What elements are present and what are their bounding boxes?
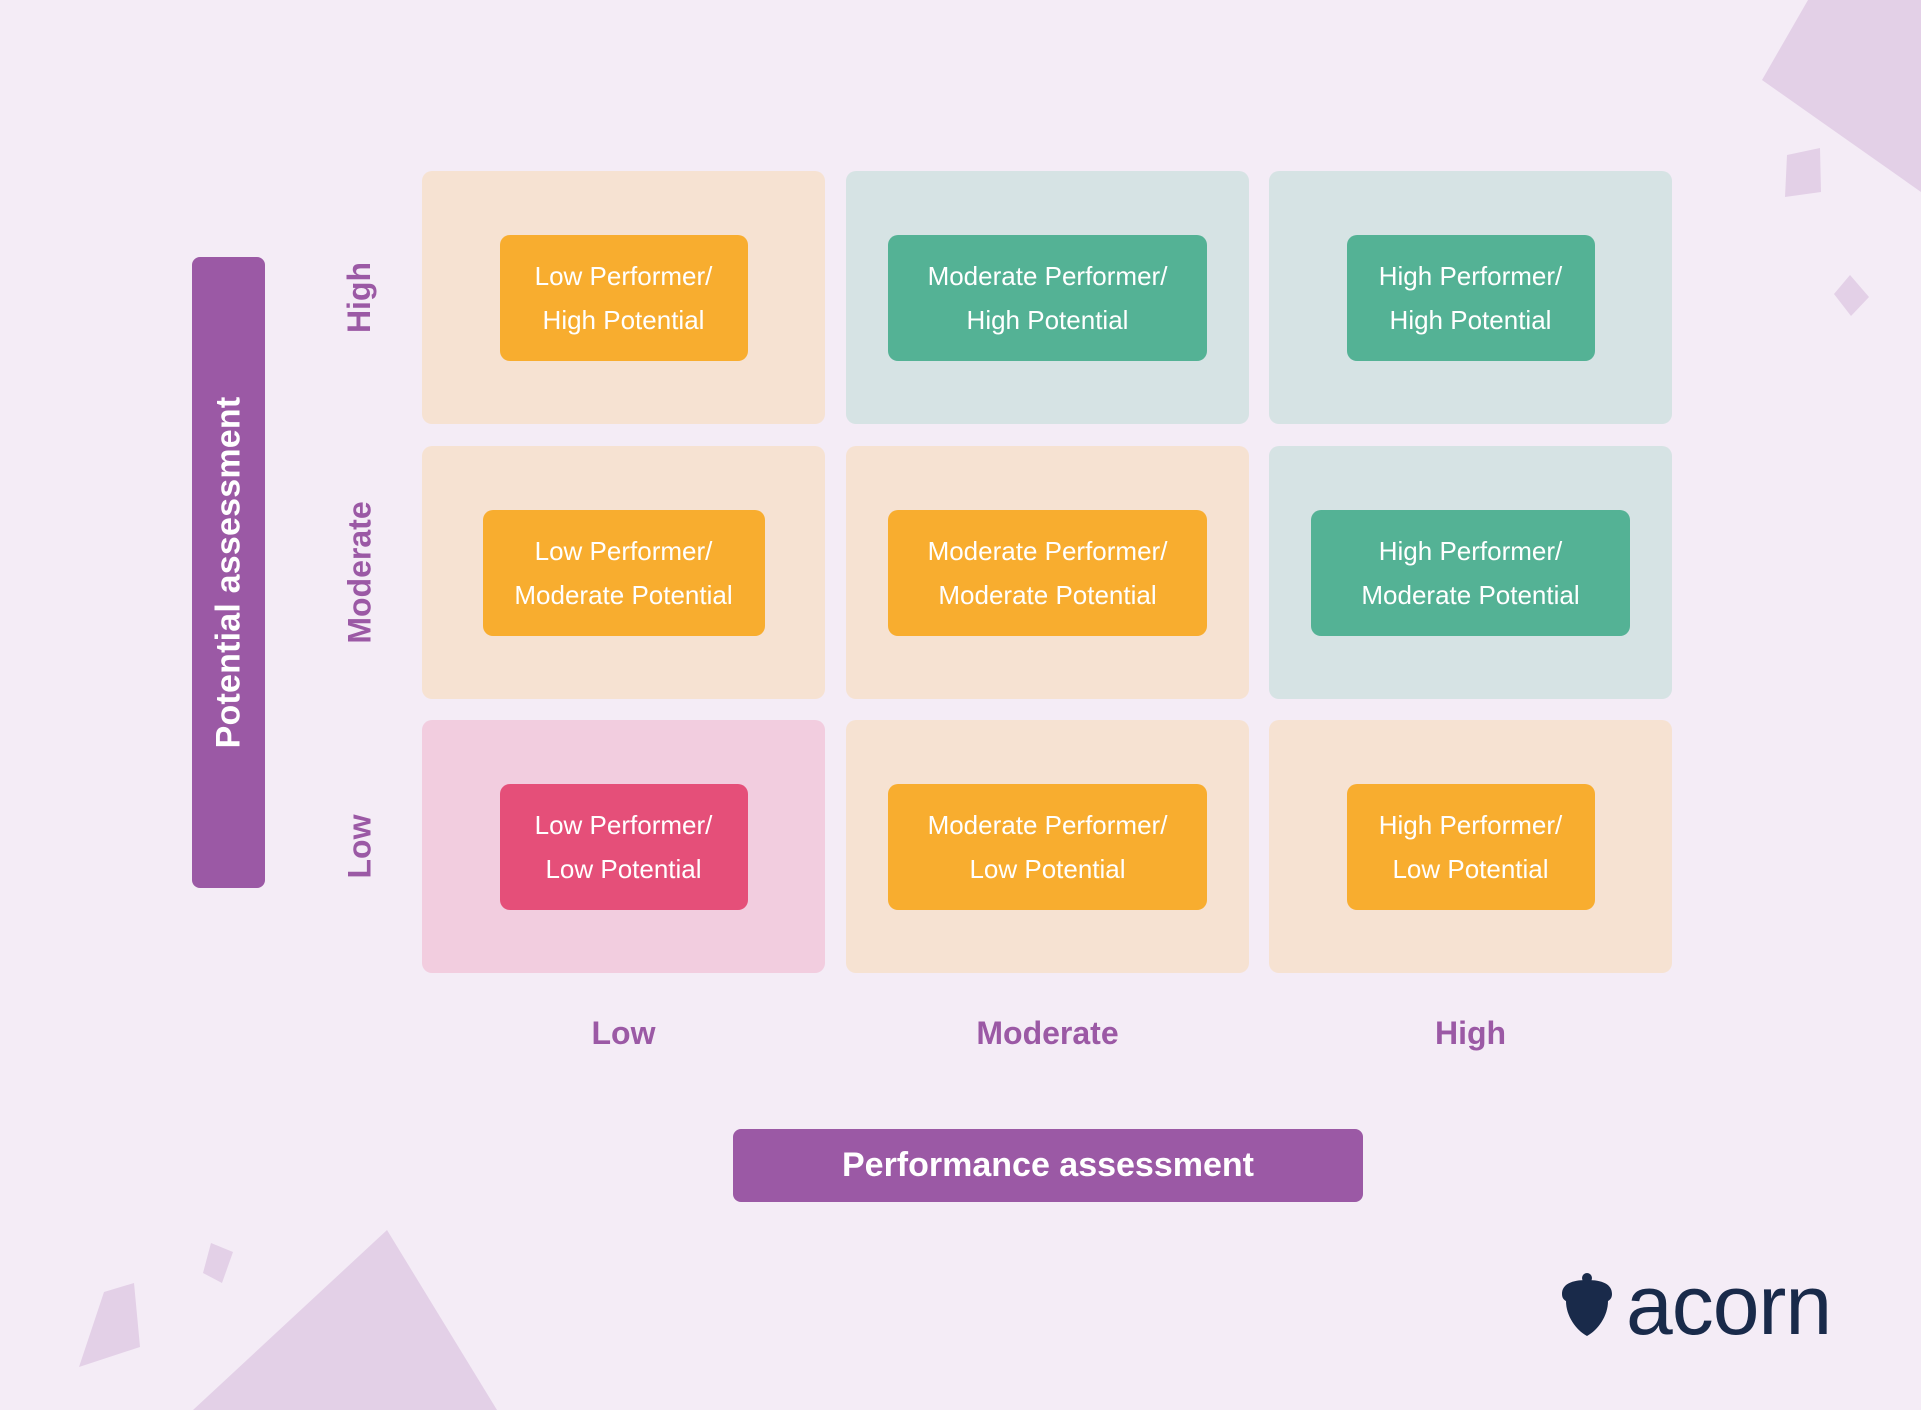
y-axis-title: Potential assessment (209, 396, 248, 749)
y-axis-title-bar: Potential assessment (192, 257, 265, 888)
x-level-label-low: Low (591, 1015, 656, 1051)
grid-cell-high-perf-mod-pot: High Performer/ Moderate Potential (1269, 446, 1672, 699)
cell-tag: Low Performer/ Low Potential (499, 783, 748, 910)
x-level-label-moderate: Moderate (976, 1015, 1119, 1051)
logo-wordmark: acorn (1626, 1258, 1832, 1352)
deco-shape-bottom-left-large (193, 1230, 497, 1410)
x-level-label-high: High (1434, 1015, 1507, 1051)
y-level-label-high: High (341, 261, 378, 334)
cell-tag: Low Performer/ Moderate Potential (482, 509, 765, 636)
x-axis-title-bar: Performance assessment (733, 1129, 1363, 1202)
grid-cell-high-perf-high-pot: High Performer/ High Potential (1269, 171, 1672, 424)
deco-shape-bottom-left-small (203, 1243, 233, 1283)
grid-cell-mod-perf-mod-pot: Moderate Performer/ Moderate Potential (846, 446, 1249, 699)
acorn-icon (1562, 1273, 1612, 1336)
grid-cell-mod-perf-low-pot: Moderate Performer/ Low Potential (846, 720, 1249, 973)
cell-tag: Moderate Performer/ Low Potential (888, 783, 1207, 910)
cell-tag: Moderate Performer/ Moderate Potential (888, 509, 1207, 636)
x-axis-title: Performance assessment (841, 1146, 1254, 1184)
acorn-logo: acorn (1558, 1263, 1832, 1347)
cell-tag: Moderate Performer/ High Potential (888, 234, 1207, 361)
grid-cell-mod-perf-high-pot: Moderate Performer/ High Potential (846, 171, 1249, 424)
grid-cell-low-perf-high-pot: Low Performer/ High Potential (422, 171, 825, 424)
cell-tag: High Performer/ Low Potential (1346, 783, 1595, 910)
grid-cell-high-perf-low-pot: High Performer/ Low Potential (1269, 720, 1672, 973)
grid-cell-low-perf-mod-pot: Low Performer/ Moderate Potential (422, 446, 825, 699)
cell-tag: Low Performer/ High Potential (499, 234, 748, 361)
deco-shape-bottom-left-square (79, 1283, 140, 1367)
y-level-label-low: Low (341, 814, 378, 879)
y-level-label-moderate: Moderate (341, 501, 378, 644)
deco-shape-top-right-small (1785, 148, 1821, 197)
deco-shape-top-right-large (1762, 0, 1921, 192)
grid-cell-low-perf-low-pot: Low Performer/ Low Potential (422, 720, 825, 973)
deco-shape-top-right-diamond (1834, 275, 1869, 316)
cell-tag: High Performer/ High Potential (1346, 234, 1595, 361)
cell-tag: High Performer/ Moderate Potential (1311, 509, 1630, 636)
